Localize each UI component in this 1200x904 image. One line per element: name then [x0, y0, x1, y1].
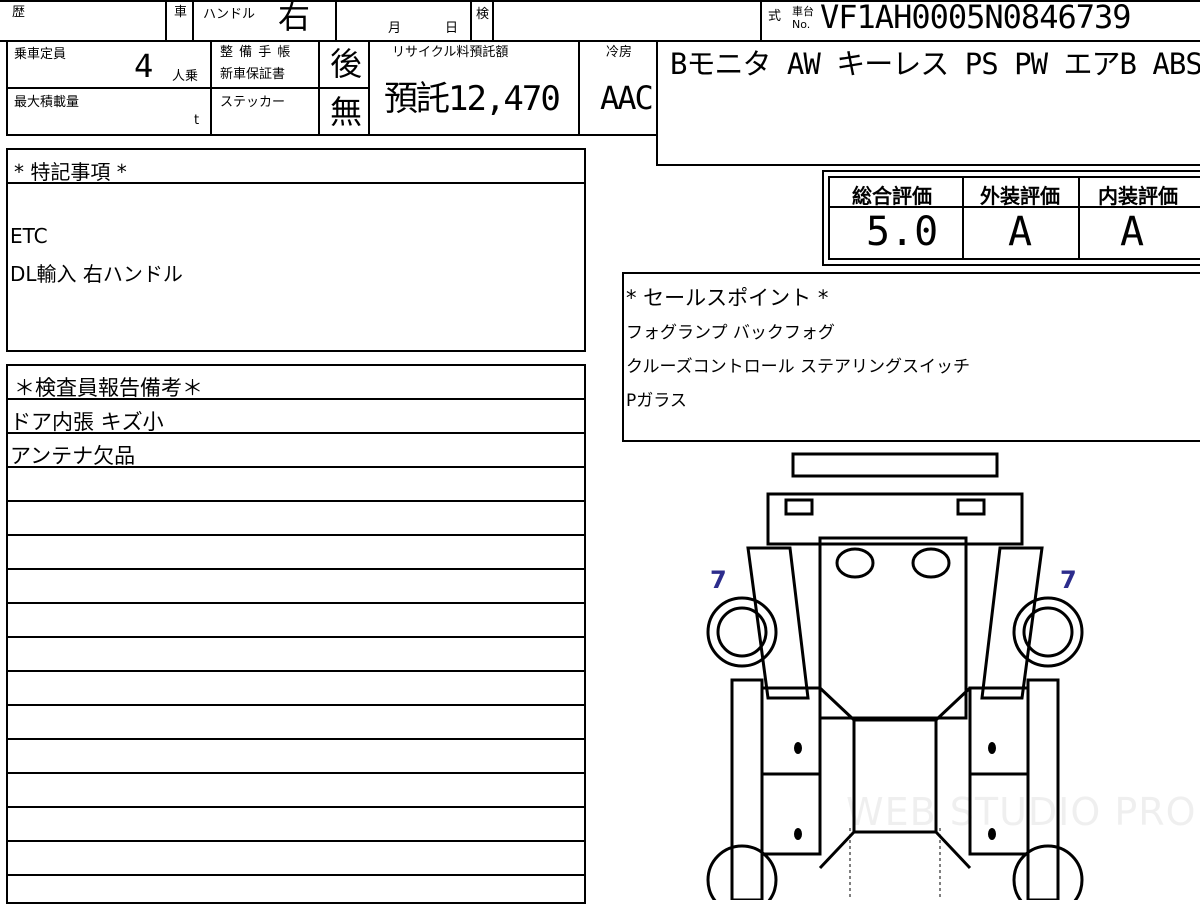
chassis-label-bottom: No. — [792, 18, 811, 31]
maxload-unit: t — [194, 113, 200, 128]
inspection-label: 検 — [476, 7, 490, 22]
capacity-value: 4 — [134, 47, 154, 85]
ruled-line — [8, 602, 584, 604]
sales-point-line: フォグランプ バックフォグ — [626, 323, 835, 343]
spec-divider — [578, 40, 580, 136]
door-handle — [794, 828, 802, 840]
header-divider — [470, 0, 472, 40]
model-label: 式 — [768, 9, 782, 24]
spec-mid-border — [6, 87, 368, 89]
ruled-line — [8, 806, 584, 808]
chassis-label-top: 車台 — [792, 5, 814, 18]
door-handle — [794, 742, 802, 754]
handle-value: 右 — [278, 0, 311, 36]
front-right-door — [968, 686, 1030, 776]
left-mark: 7 — [710, 566, 727, 594]
left-fender — [746, 546, 810, 700]
left-sill — [730, 678, 764, 900]
spec-divider — [210, 40, 212, 136]
spec-divider — [368, 40, 370, 136]
month-label: 月 — [388, 21, 402, 36]
header-divider — [760, 0, 762, 40]
headlight-right — [956, 498, 986, 516]
warranty-label: 新車保証書 — [220, 67, 286, 82]
spec-divider — [318, 40, 320, 136]
sales-point-line: クルーズコントロール ステアリングスイッチ — [626, 357, 971, 377]
ruled-line — [8, 772, 584, 774]
spec-bottom-border — [6, 134, 658, 136]
interior-rating-value: A — [1120, 209, 1145, 255]
sales-points-title: * セールスポイント * — [626, 286, 829, 310]
rear-left-wheel — [706, 844, 778, 900]
windshield — [818, 686, 972, 722]
equipment-box: Bモニタ AW キーレス PS PW エアB ABS — [656, 40, 1200, 166]
front-bumper — [791, 452, 999, 478]
left-lamp — [835, 547, 875, 579]
recycle-label: リサイクル料預託額 — [392, 45, 509, 60]
sales-point-line: Pガラス — [626, 391, 687, 411]
special-notes-box: * 特記事項 * ETC DL輸入 右ハンドル — [6, 148, 586, 352]
ratings-divider — [962, 176, 964, 260]
ruled-line — [8, 874, 584, 876]
ruled-line — [8, 840, 584, 842]
rear-right-wheel — [1012, 844, 1084, 900]
special-notes-title: * 特記事項 * — [14, 160, 127, 184]
ruled-line — [8, 670, 584, 672]
header-divider — [492, 0, 494, 40]
overall-rating-label: 総合評価 — [852, 184, 932, 208]
maintenance-value: 後 — [330, 45, 363, 83]
recycle-value: 預託12,470 — [384, 79, 561, 119]
capacity-unit: 人乗 — [172, 69, 199, 84]
front-left-door — [760, 686, 822, 776]
header-divider — [335, 0, 337, 40]
cooling-value: AAC — [600, 79, 654, 117]
right-mark: 7 — [1060, 566, 1077, 594]
ruled-line — [8, 398, 584, 400]
equipment-text: Bモニタ AW キーレス PS PW エアB ABS — [670, 47, 1200, 81]
header-divider — [192, 0, 194, 40]
special-note-line: DL輸入 右ハンドル — [10, 262, 183, 286]
ruled-line — [8, 466, 584, 468]
capacity-label: 乗車定員 — [14, 47, 67, 62]
maintenance-label: 整 備 手 帳 — [220, 45, 292, 60]
exterior-rating-value: A — [1008, 209, 1033, 255]
ruled-line — [8, 500, 584, 502]
car-label: 車 — [174, 5, 188, 20]
ruled-line — [8, 704, 584, 706]
handle-label: ハンドル — [203, 7, 256, 22]
interior-rating-label: 内装評価 — [1098, 184, 1178, 208]
maxload-label: 最大積載量 — [14, 95, 80, 110]
right-lamp — [911, 547, 951, 579]
right-fender — [980, 546, 1044, 700]
day-label: 日 — [445, 21, 459, 36]
exterior-rating-label: 外装評価 — [980, 184, 1060, 208]
overall-rating-value: 5.0 — [866, 209, 939, 255]
cooling-label: 冷房 — [606, 45, 633, 60]
watermark: WEB STUDIO PRO — [846, 790, 1197, 834]
chassis-number: VF1AH0005N0846739 — [820, 0, 1132, 36]
hood-panel — [818, 536, 968, 720]
ruled-line — [8, 534, 584, 536]
special-note-line: ETC — [10, 224, 48, 248]
ruled-line — [8, 432, 584, 434]
sticker-value: 無 — [330, 93, 363, 131]
ruled-line — [8, 738, 584, 740]
headlight-left — [784, 498, 814, 516]
rear-left-door — [760, 772, 822, 856]
inspector-report-box: ＊検査員報告備考＊ ドア内張 キズ小 アンテナ欠品 — [6, 364, 586, 904]
ruled-line — [8, 568, 584, 570]
header-divider — [165, 0, 167, 40]
door-handle — [988, 742, 996, 754]
ratings-divider — [1078, 176, 1080, 260]
history-label: 歴 — [12, 5, 26, 20]
ruled-line — [8, 636, 584, 638]
sticker-label: ステッカー — [220, 95, 286, 110]
sales-points-box: * セールスポイント * フォグランプ バックフォグ クルーズコントロール ステ… — [622, 272, 1200, 442]
